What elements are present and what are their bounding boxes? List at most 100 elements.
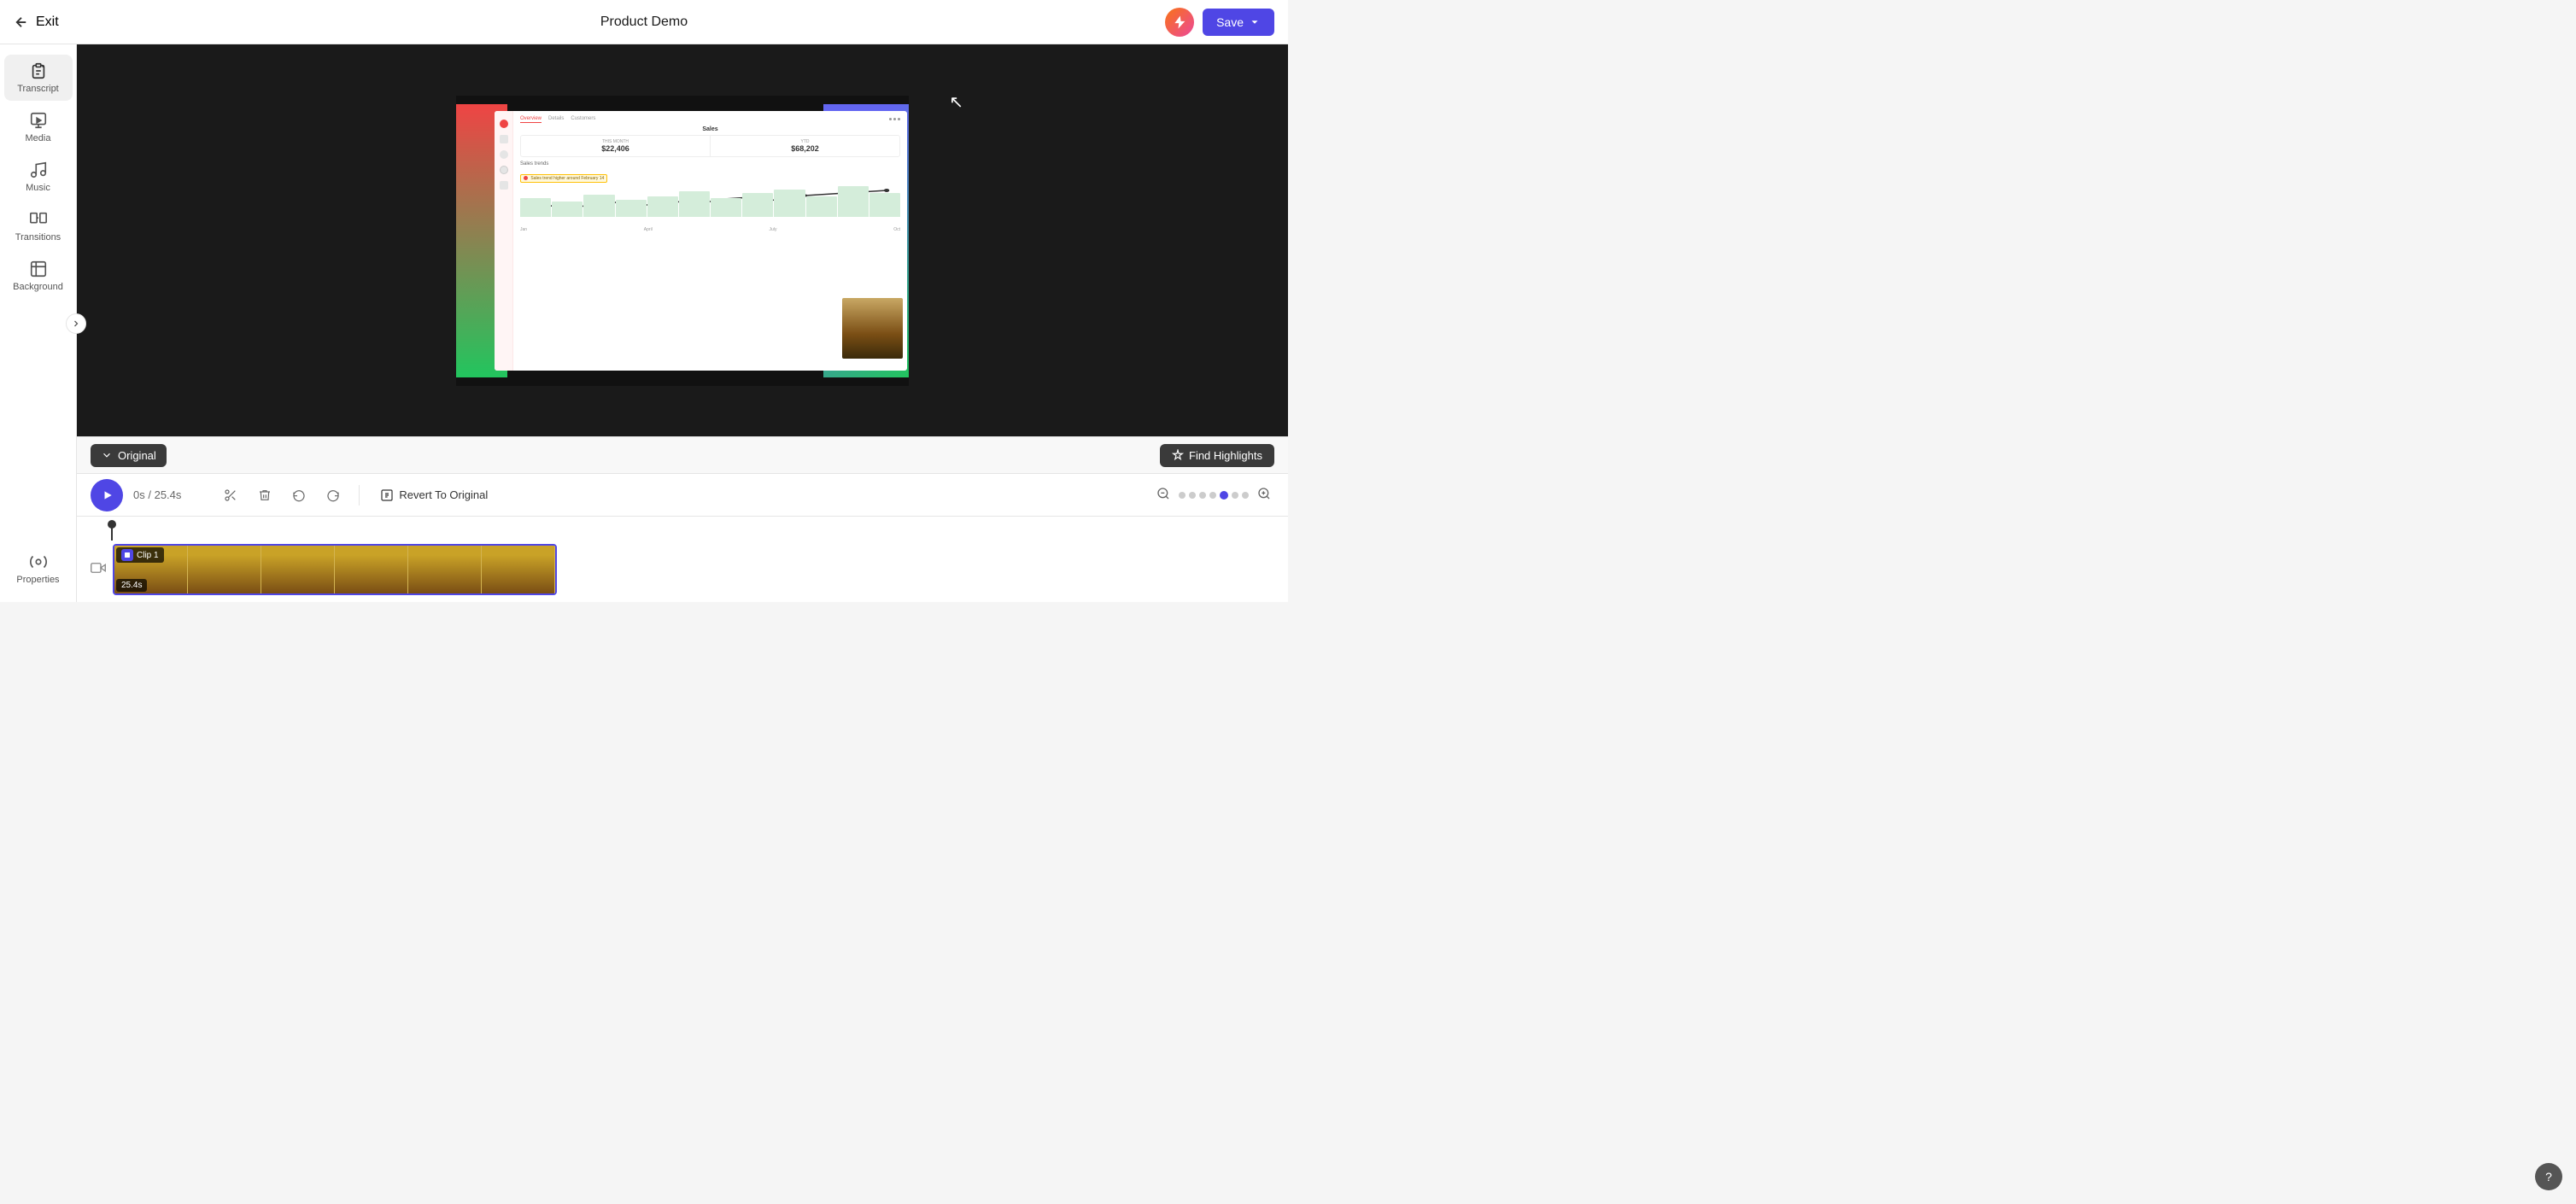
exit-label: Exit bbox=[36, 15, 59, 30]
x-label-july: July bbox=[770, 227, 777, 232]
trash-icon bbox=[258, 488, 272, 502]
original-label: Original bbox=[118, 449, 156, 462]
sidebar-item-music[interactable]: Music bbox=[4, 154, 73, 200]
play-button[interactable] bbox=[91, 479, 123, 511]
original-button[interactable]: Original bbox=[91, 444, 167, 467]
clip-container: Clip 1 25.4s bbox=[113, 544, 557, 595]
user-avatar-button[interactable] bbox=[1165, 8, 1194, 37]
sidebar-item-transcript[interactable]: Transcript bbox=[4, 55, 73, 101]
save-button[interactable]: Save bbox=[1203, 9, 1274, 36]
playhead[interactable] bbox=[111, 523, 113, 541]
playhead-handle[interactable] bbox=[108, 520, 116, 529]
lightning-icon bbox=[1172, 15, 1187, 30]
x-label-oct: Oct bbox=[893, 227, 900, 232]
sidebar-item-properties[interactable]: Properties bbox=[4, 546, 73, 592]
toolbar: 0s / 25.4s bbox=[77, 474, 1288, 517]
zoom-dot-3[interactable] bbox=[1199, 492, 1206, 499]
zoom-dot-5[interactable] bbox=[1220, 491, 1228, 500]
media-icon bbox=[29, 111, 48, 130]
cut-button[interactable] bbox=[219, 483, 243, 507]
revert-to-original-button[interactable]: Revert To Original bbox=[373, 483, 495, 507]
media-label: Media bbox=[26, 133, 51, 143]
webcam-overlay bbox=[840, 296, 905, 360]
revert-icon bbox=[380, 488, 394, 502]
clip-frame-2 bbox=[188, 546, 261, 593]
zoom-track bbox=[1179, 491, 1249, 500]
background-icon bbox=[29, 260, 48, 278]
help-label: ? bbox=[2545, 1170, 2552, 1184]
current-time: 0s bbox=[133, 488, 145, 501]
clip-icon-badge bbox=[121, 549, 133, 561]
delete-button[interactable] bbox=[253, 483, 277, 507]
revert-label: Revert To Original bbox=[399, 488, 488, 501]
clip-name: Clip 1 bbox=[137, 551, 159, 560]
zoom-dot-2[interactable] bbox=[1189, 492, 1196, 499]
timeline-header: Original Find Highlights bbox=[77, 436, 1288, 474]
zoom-in-icon bbox=[1257, 487, 1271, 500]
undo-button[interactable] bbox=[287, 483, 311, 507]
time-display: 0s / 25.4s bbox=[133, 488, 181, 501]
timeline-ruler bbox=[91, 523, 1274, 541]
sidebar-item-transitions[interactable]: Transitions bbox=[4, 203, 73, 249]
sparkle-icon bbox=[1172, 449, 1184, 461]
toolbar-divider bbox=[359, 485, 360, 506]
properties-icon bbox=[29, 552, 48, 571]
music-label: Music bbox=[26, 183, 50, 193]
zoom-dot-4[interactable] bbox=[1209, 492, 1216, 499]
clip-badge-icon bbox=[124, 552, 131, 558]
find-highlights-label: Find Highlights bbox=[1189, 449, 1262, 462]
help-button[interactable]: ? bbox=[2535, 1163, 2562, 1190]
clip-label: Clip 1 bbox=[116, 547, 164, 563]
clip-frame-5 bbox=[408, 546, 482, 593]
main-layout: Transcript Media Music bbox=[0, 44, 1288, 602]
dash-nav-customers: Customers bbox=[571, 116, 595, 123]
sidebar: Transcript Media Music bbox=[0, 44, 77, 602]
clip-frame-6 bbox=[482, 546, 555, 593]
zoom-controls bbox=[1153, 483, 1274, 506]
chevron-right-icon bbox=[71, 319, 81, 329]
metric1-value: $22,406 bbox=[526, 144, 705, 153]
sidebar-item-media[interactable]: Media bbox=[4, 104, 73, 150]
topbar: Exit Product Demo Save bbox=[0, 0, 1288, 44]
chevron-down-icon-original bbox=[101, 449, 113, 461]
redo-button[interactable] bbox=[321, 483, 345, 507]
webcam-person bbox=[842, 298, 903, 359]
find-highlights-button[interactable]: Find Highlights bbox=[1160, 444, 1274, 467]
scissors-icon bbox=[224, 488, 237, 502]
clip-frame-4 bbox=[335, 546, 408, 593]
sidebar-toggle-button[interactable] bbox=[66, 313, 86, 334]
x-label-april: April bbox=[644, 227, 653, 232]
sidebar-item-background[interactable]: Background bbox=[4, 253, 73, 299]
undo-icon bbox=[292, 488, 306, 502]
video-preview: Overview Details Customers bbox=[77, 44, 1288, 436]
dash-nav-overview: Overview bbox=[520, 116, 542, 123]
clip-strip bbox=[113, 544, 557, 595]
save-label: Save bbox=[1216, 15, 1244, 29]
dash-chart-title: Sales bbox=[520, 126, 900, 132]
page-title: Product Demo bbox=[600, 15, 688, 30]
topbar-right: Save bbox=[1165, 8, 1274, 37]
zoom-out-icon bbox=[1156, 487, 1170, 500]
total-time: 25.4s bbox=[155, 488, 182, 501]
timeline-area: Clip 1 25.4s bbox=[77, 517, 1288, 602]
transcript-label: Transcript bbox=[17, 84, 59, 94]
timeline-track: Clip 1 25.4s bbox=[91, 544, 1274, 595]
properties-label: Properties bbox=[16, 575, 59, 585]
zoom-in-button[interactable] bbox=[1254, 483, 1274, 506]
zoom-dot-6[interactable] bbox=[1232, 492, 1238, 499]
video-frame: Overview Details Customers bbox=[456, 96, 909, 386]
back-arrow-icon bbox=[14, 15, 29, 30]
chevron-down-icon bbox=[1249, 16, 1261, 28]
clip-frame-3 bbox=[261, 546, 335, 593]
exit-button[interactable]: Exit bbox=[14, 15, 59, 30]
zoom-out-button[interactable] bbox=[1153, 483, 1174, 506]
background-label: Background bbox=[13, 282, 63, 292]
zoom-dot-1[interactable] bbox=[1179, 492, 1186, 499]
cursor-indicator: ↖ bbox=[949, 91, 963, 113]
transitions-icon bbox=[29, 210, 48, 229]
transitions-label: Transitions bbox=[15, 232, 61, 243]
music-icon bbox=[29, 161, 48, 179]
x-label-jan: Jan bbox=[520, 227, 527, 232]
zoom-dot-7[interactable] bbox=[1242, 492, 1249, 499]
metric2-value: $68,202 bbox=[716, 144, 894, 153]
